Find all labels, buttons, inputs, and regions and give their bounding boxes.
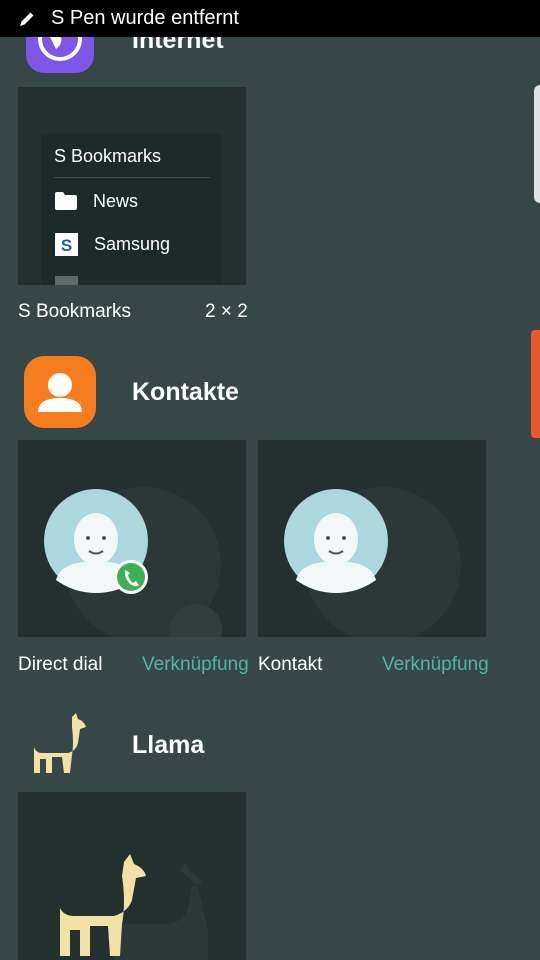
bookmark-item-label: Samsung [94,233,171,254]
edge-panel-handle[interactable] [534,85,540,203]
llama-widget-preview[interactable] [18,792,246,960]
contact-call-icon [44,487,222,637]
kontakte-app-icon [24,356,96,428]
direct-dial-widget-label: Direct dial [18,654,103,675]
direct-dial-widget-kind: Verknüpfung [142,654,249,675]
pen-icon [20,12,34,26]
bookmark-item-label: News [93,190,139,211]
bookmarks-panel-title: S Bookmarks [54,146,162,166]
contact-icon [284,487,461,637]
kontakt-widget-label: Kontakt [258,654,323,675]
llama-app-title: Llama [132,731,205,759]
status-notification: S Pen wurde entfernt [51,7,239,29]
kontakt-widget-kind: Verknüpfung [382,654,489,675]
llama-app-icon [34,713,86,773]
bookmark-item-partial [55,276,78,285]
s-bookmarks-widget-label: S Bookmarks [18,301,131,322]
s-bookmarks-widget-size: 2 × 2 [205,301,248,322]
direct-dial-widget-preview[interactable] [18,440,246,637]
samsung-s-icon: S [55,232,78,256]
folder-icon [55,192,77,210]
svg-text:S: S [61,236,72,255]
edge-panel-tab[interactable] [531,330,540,438]
status-bar: S Pen wurde entfernt [0,0,540,37]
bookmarks-panel: S Bookmarks News S Samsung [41,134,221,285]
s-bookmarks-widget-preview[interactable]: S Bookmarks News S Samsung [18,87,246,285]
divider [54,177,210,178]
kontakt-widget-preview[interactable] [258,440,486,637]
llama-icon [60,854,208,960]
bookmark-item-samsung: S Samsung [55,231,170,257]
kontakte-app-title: Kontakte [132,378,239,406]
bookmark-item-news: News [55,188,138,214]
